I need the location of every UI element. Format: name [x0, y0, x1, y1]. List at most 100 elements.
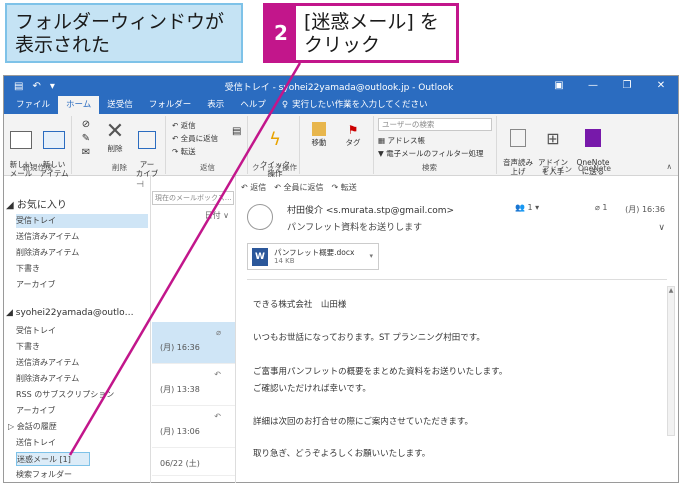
folder-deleted[interactable]: 削除済みアイテム [16, 372, 148, 386]
forward-icon: ↷ [172, 147, 181, 156]
folder-outbox[interactable]: 送信トレイ [16, 436, 148, 450]
scroll-up-icon[interactable]: ▲ [668, 287, 674, 294]
filter-email-button[interactable]: ▼ 電子メールのフィルター処理 [378, 148, 484, 159]
message-list: 現在のメールボックス… 日付 ∨ ⌀ (月) 16:36 ↶ (月) 13:38… [152, 176, 236, 483]
message-row[interactable]: ↶ (月) 13:38 [152, 364, 235, 406]
folder-conversation-history[interactable]: ▷ 会話の履歴 [8, 420, 140, 434]
reply-all-button[interactable]: ↶ 全員に返信 [172, 133, 218, 144]
fav-drafts[interactable]: 下書き [16, 262, 148, 276]
close-button[interactable]: ✕ [644, 76, 678, 96]
tab-file[interactable]: ファイル [8, 96, 58, 114]
tell-me-box[interactable]: ♀ 実行したい作業を入力してください [282, 96, 428, 114]
tags-button[interactable]: ⚑ タグ [338, 122, 368, 147]
message-row[interactable]: ↶ (月) 13:06 [152, 406, 235, 448]
group-delete: ⊘ ✎ ✉ ✕ 削除 アー カイブ 削除 [74, 116, 166, 178]
cleanup-icon[interactable]: ✎ [78, 134, 94, 144]
tab-view[interactable]: 表示 [199, 96, 232, 114]
reading-reply-all-button[interactable]: ↶ 全員に返信 [274, 182, 323, 193]
reply-button[interactable]: ↶ 返信 [172, 120, 196, 131]
tags-label: タグ [345, 138, 361, 147]
search-people-input[interactable]: ユーザーの検索 [378, 118, 492, 131]
window-controls: ▣ — ❐ ✕ [542, 76, 678, 96]
address-book-button[interactable]: ▦ アドレス帳 [378, 135, 425, 146]
sender-name[interactable]: 村田俊介 <s.murata.stp@gmail.com> [287, 203, 454, 216]
sort-by-date[interactable]: 日付 ∨ [205, 210, 229, 221]
folder-sent[interactable]: 送信済みアイテム [16, 356, 148, 370]
message-date: (月) 16:36 [160, 343, 200, 352]
step-line-2: クリック [304, 34, 381, 56]
group-new: 新しい メール 新しい アイテム 新規作成 [4, 116, 72, 178]
addins-grid-icon: ⊞ [546, 129, 560, 148]
attachment-size: 14 KB [274, 257, 295, 265]
reply-label: 返信 [180, 121, 196, 130]
people-count[interactable]: 👥 1 ▾ [515, 203, 539, 212]
attachment-menu-icon[interactable]: ▾ [369, 252, 373, 260]
tab-home[interactable]: ホーム [58, 96, 100, 114]
save-icon[interactable]: ▤ [14, 81, 23, 92]
tab-folder[interactable]: フォルダー [141, 96, 200, 114]
folder-archive[interactable]: アーカイブ [16, 404, 148, 418]
junk-icon[interactable]: ✉ [78, 148, 94, 158]
envelope-icon [10, 131, 32, 149]
group-quick-label: クイック操作 [252, 163, 297, 172]
fav-sent[interactable]: 送信済みアイテム [16, 230, 148, 244]
menu-bar: ファイル ホーム 送受信 フォルダー 表示 ヘルプ ♀ 実行したい作業を入力して… [4, 96, 678, 114]
pin-icon[interactable]: ⊣ [136, 180, 144, 190]
group-onenote-label: OneNote [578, 164, 612, 173]
folder-rss[interactable]: RSS のサブスクリプション [16, 388, 148, 402]
group-addins-label: アドイン [542, 165, 572, 174]
body-line: できる株式会社 山田様 [253, 300, 347, 310]
body-line: ご富事用パンフレットの概要をまとめた資料をお送りいたします。 [253, 367, 508, 377]
qa-dropdown-icon[interactable]: ▾ [50, 81, 55, 92]
folder-inbox[interactable]: 受信トレイ [16, 324, 148, 338]
reading-reply-label: 返信 [250, 183, 267, 192]
tab-help[interactable]: ヘルプ [232, 96, 274, 114]
read-aloud-button[interactable]: 音声読み 上げ [500, 120, 536, 176]
ribbon-divider [496, 116, 497, 174]
folder-search-folders[interactable]: 検索フォルダー [16, 468, 148, 482]
folder-pane: ⊣ ◢ お気に入り 受信トレイ 送信済みアイテム 削除済みアイテム 下書き アー… [4, 176, 151, 483]
message-actions: ↶ 返信 ↶ 全員に返信 ↷ 転送 [241, 182, 357, 193]
message-received-date: (月) 16:36 [625, 205, 665, 214]
more-respond-icon[interactable]: ▤ [232, 126, 241, 137]
sender-avatar[interactable] [247, 204, 273, 230]
body-line: ご確認いただければ幸いです。 [253, 384, 371, 394]
attachment-count: ⌀ 1 [595, 203, 607, 212]
chevron-down-icon: ▾ [532, 203, 540, 212]
group-respond-label: 返信 [200, 163, 215, 172]
delete-button[interactable]: ✕ 削除 [100, 120, 130, 154]
folder-junk-email[interactable]: 迷惑メール [1] [16, 452, 90, 466]
ignore-icon[interactable]: ⊘ [78, 120, 94, 130]
mailbox-search-input[interactable]: 現在のメールボックス… [152, 191, 234, 205]
group-respond: ↶ 返信 ↶ 全員に返信 ↷ 転送 ▤ 返信 [168, 116, 248, 174]
expand-header-icon[interactable]: ∨ [658, 223, 665, 233]
reply-icon: ↶ [172, 121, 181, 130]
account-header[interactable]: ◢ syohei22yamada@outlo… [6, 308, 150, 318]
attachment-card[interactable]: W パンフレット概要.docx 14 KB ▾ [247, 243, 379, 270]
message-row[interactable]: ⌀ (月) 16:36 [152, 322, 235, 364]
caption-line-1: フォルダーウィンドウが [15, 11, 225, 33]
favorites-header[interactable]: ◢ お気に入り [6, 196, 67, 211]
people-icon: 👥 [515, 203, 528, 212]
message-row[interactable]: 06/22 (土) [152, 448, 235, 476]
fav-inbox[interactable]: 受信トレイ [16, 214, 148, 228]
forward-button[interactable]: ↷ 転送 [172, 146, 196, 157]
fav-deleted[interactable]: 削除済みアイテム [16, 246, 148, 260]
fav-archive[interactable]: アーカイブ [16, 278, 148, 292]
move-button[interactable]: 移動 [304, 122, 334, 147]
undo-icon[interactable]: ↶ [32, 81, 40, 92]
reading-reply-button[interactable]: ↶ 返信 [241, 182, 266, 193]
filter-icon: ▼ [378, 149, 387, 158]
ribbon-display-button[interactable]: ▣ [542, 76, 576, 96]
group-find-label: 検索 [422, 163, 437, 172]
folder-drafts[interactable]: 下書き [16, 340, 148, 354]
filter-email-label: 電子メールのフィルター処理 [386, 149, 484, 158]
reading-scrollbar[interactable]: ▲ [667, 286, 675, 436]
reading-forward-button[interactable]: ↷ 転送 [332, 182, 357, 193]
minimize-button[interactable]: — [576, 76, 610, 96]
replied-icon: ↶ [214, 370, 221, 379]
reading-reply-all-label: 全員に返信 [283, 183, 324, 192]
tab-send-receive[interactable]: 送受信 [99, 96, 141, 114]
ribbon-collapse-icon[interactable]: ∧ [667, 162, 673, 171]
maximize-button[interactable]: ❐ [610, 76, 644, 96]
